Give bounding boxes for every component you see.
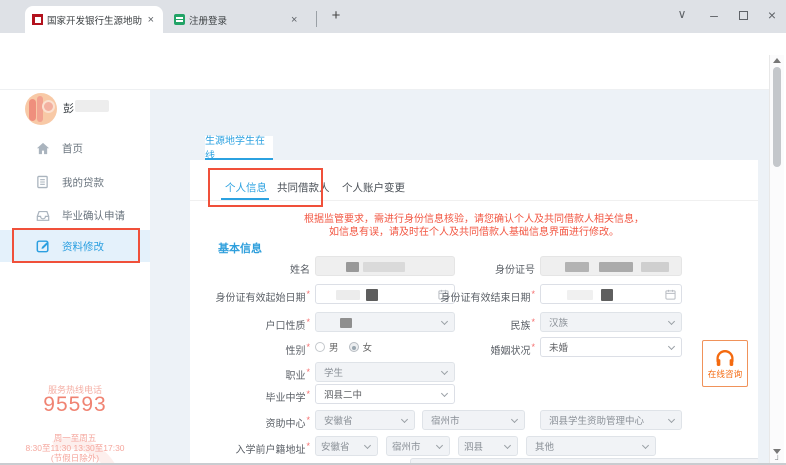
id-start-label: 身份证有效起始日期* (190, 289, 310, 304)
tab-title: 国家开发银行生源地助学贷款学生 (47, 13, 142, 27)
ethnic-label: 民族* (390, 317, 535, 332)
marital-value: 未婚 (549, 340, 568, 354)
address-other-select[interactable]: 其他 (526, 436, 656, 456)
window-chevron-icon[interactable]: ∨ (672, 7, 692, 21)
chevron-down-icon (504, 442, 511, 449)
chevron-down-icon (441, 368, 448, 375)
chevron-down-icon (441, 390, 448, 397)
name-label: 姓名 (190, 261, 310, 276)
browser-tab-strip: 国家开发银行生源地助学贷款学生 × 注册登录 × + ∨ – × (0, 0, 786, 33)
hotline-number: 95593 (0, 393, 150, 417)
window-maximize-button[interactable] (739, 11, 748, 20)
page-tab-student-online[interactable]: 生源地学生在线 (205, 136, 273, 160)
hukou-label: 户口性质* (190, 317, 310, 332)
address-province-select[interactable]: 安徽省 (315, 436, 378, 456)
tab-account-change[interactable]: 个人账户变更 (342, 180, 405, 195)
sidebar-item-home[interactable]: 首页 (0, 134, 150, 162)
browser-address-bar: ← → sls.cdb.com.cn/#/home/datemodificati… (0, 33, 786, 57)
sidebar-item-my-loans[interactable]: 我的贷款 (0, 168, 150, 196)
user-avatar (25, 93, 57, 125)
tab-close-icon[interactable]: × (146, 14, 156, 26)
tab-title: 注册登录 (189, 13, 285, 27)
annotation-box-sidebar (12, 228, 140, 263)
funding-center-label: 资助中心* (190, 415, 310, 430)
radio-male[interactable] (315, 342, 325, 352)
page-tab-label: 生源地学生在线 (205, 132, 273, 162)
gender-radio-group: 男 女 (315, 338, 382, 356)
ethnic-select[interactable]: 汉族 (540, 312, 682, 332)
browser-tab-active[interactable]: 国家开发银行生源地助学贷款学生 × (25, 6, 163, 33)
window-close-button[interactable]: × (762, 7, 782, 23)
chevron-down-icon (668, 318, 675, 325)
notice-line-2: 如信息有误，请及时在个人及共同借款人基础信息界面进行修改。 (190, 223, 758, 238)
radio-female[interactable] (349, 342, 359, 352)
gender-label: 性别* (190, 342, 310, 357)
browser-tab-register[interactable]: 注册登录 × (167, 6, 313, 33)
address-county-value: 泗县 (464, 439, 483, 453)
ethnic-value: 汉族 (549, 315, 568, 329)
radio-female-label: 女 (363, 340, 373, 354)
register-favicon (174, 14, 185, 25)
occupation-label: 职业* (190, 367, 310, 382)
chevron-down-icon (668, 343, 675, 350)
funding-center-value: 泗县学生资助管理中心 (549, 413, 644, 427)
funding-city-select[interactable]: 宿州市 (422, 410, 525, 430)
address-province-value: 安徽省 (321, 439, 350, 453)
radio-male-label: 男 (329, 340, 339, 354)
username-redaction (75, 100, 109, 112)
school-select[interactable]: 泗县二中 (315, 384, 455, 404)
address-other-value: 其他 (535, 439, 554, 453)
marital-select[interactable]: 未婚 (540, 337, 682, 357)
id-number-label: 身份证号 (390, 261, 535, 276)
online-consult-button[interactable]: 在线咨询 (702, 340, 748, 387)
chevron-down-icon (511, 416, 518, 423)
new-tab-button[interactable]: + (325, 7, 347, 24)
calendar-icon (665, 289, 676, 303)
address-county-select[interactable]: 泗县 (458, 436, 518, 456)
id-end-label: 身份证有效结束日期* (390, 289, 535, 304)
content-panel: 个人信息 共同借款人 个人账户变更 根据监管要求，需进行身份信息核验，请您确认个… (190, 160, 758, 465)
section-title: 基本信息 (218, 240, 262, 256)
chevron-down-icon (642, 442, 649, 449)
address-city-select[interactable]: 宿州市 (386, 436, 450, 456)
annotation-box-tabs (208, 168, 323, 207)
window-minimize-button[interactable]: – (704, 7, 724, 23)
scrollbar-thumb[interactable] (773, 67, 781, 167)
headphone-icon (714, 348, 736, 367)
scrollbar-down-icon[interactable] (773, 449, 781, 454)
tab-divider (316, 11, 317, 27)
funding-province-select[interactable]: 安徽省 (315, 410, 415, 430)
chevron-down-icon (364, 442, 371, 449)
username: 彭 (63, 100, 74, 116)
funding-center-select[interactable]: 泗县学生资助管理中心 (540, 410, 682, 430)
app-header: 国家开发银行 CHINA DEVELOPMENT BANK 生源地助学贷款学生在… (0, 57, 770, 90)
marital-label: 婚姻状况* (390, 342, 535, 357)
chevron-down-icon (668, 416, 675, 423)
school-value: 泗县二中 (324, 387, 362, 401)
funding-province-value: 安徽省 (324, 413, 353, 427)
chevron-down-icon (436, 442, 443, 449)
occupation-value: 学生 (324, 365, 343, 379)
sidebar-item-label: 毕业确认申请 (62, 208, 125, 223)
id-number-field (540, 256, 682, 276)
origin-address-label: 入学前户籍地址* (190, 441, 310, 456)
sidebar-item-label: 首页 (62, 141, 83, 156)
address-city-value: 宿州市 (392, 439, 421, 453)
school-label: 毕业中学* (190, 389, 310, 404)
document-icon (36, 175, 52, 189)
online-consult-label: 在线咨询 (708, 368, 742, 380)
cdb-favicon (32, 14, 43, 25)
chevron-down-icon (401, 416, 408, 423)
sidebar-item-graduation-confirm[interactable]: 毕业确认申请 (0, 201, 150, 229)
occupation-select[interactable]: 学生 (315, 362, 455, 382)
tab-close-icon[interactable]: × (289, 14, 299, 26)
id-end-date-field[interactable] (540, 284, 682, 304)
home-icon (36, 142, 52, 155)
scrollbar-up-icon[interactable] (773, 58, 781, 63)
inbox-icon (36, 209, 52, 222)
sidebar-item-label: 我的贷款 (62, 175, 104, 190)
funding-city-value: 宿州市 (431, 413, 460, 427)
